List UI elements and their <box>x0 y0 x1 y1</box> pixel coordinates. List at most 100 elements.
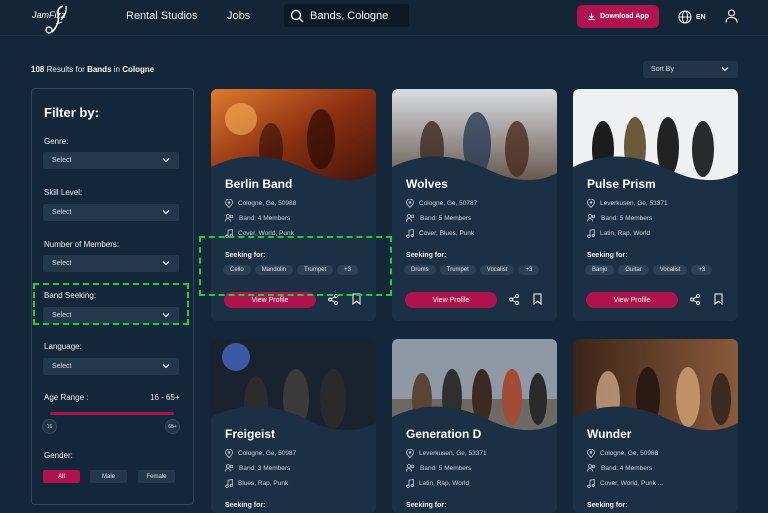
members-select-value: Select <box>52 260 72 267</box>
band-name[interactable]: Generation D <box>406 427 481 441</box>
results-location: Cologne <box>122 65 155 74</box>
view-profile-button[interactable]: View Profile <box>586 292 678 308</box>
language-select[interactable]: Select <box>43 358 179 375</box>
chevron-down-icon <box>162 210 170 215</box>
band-card[interactable]: Wolves Cologne, Ge, 50787 Band: 5 Member… <box>392 89 557 321</box>
music-note-icon <box>587 229 595 238</box>
band-location: Leverkusen, Ge, 53371 <box>587 199 668 208</box>
skill-level-select-value: Select <box>52 209 72 216</box>
download-app-label: Download App <box>600 13 649 20</box>
members-icon <box>225 214 234 222</box>
seeking-tags: Banjo Guitar Vocalist +3 <box>585 265 713 275</box>
band-name[interactable]: Berlin Band <box>225 177 292 191</box>
share-icon[interactable] <box>509 294 519 305</box>
genre-select[interactable]: Select <box>43 152 179 169</box>
globe-icon <box>678 10 692 24</box>
seeking-tag: Vocalist <box>479 265 515 275</box>
age-range-track[interactable] <box>50 412 174 415</box>
band-card[interactable]: Wunder Cologne, Ge, 50988 Band: 4 Member… <box>573 339 738 513</box>
language-label: EN <box>696 13 706 21</box>
members-icon <box>587 464 596 472</box>
music-note-icon <box>587 479 595 488</box>
band-members: Band: 4 Members <box>587 464 652 472</box>
music-note-icon <box>406 479 414 488</box>
band-members: Band: 5 Members <box>406 464 471 472</box>
band-location-text: Cologne, Ge, 50988 <box>600 450 659 457</box>
members-label: Number of Members: <box>44 240 120 249</box>
band-location-text: Leverkusen, Ge, 53371 <box>419 450 487 457</box>
highlight-band-seeking <box>33 283 189 325</box>
band-card[interactable]: Pulse Prism Leverkusen, Ge, 53371 Band: … <box>573 89 738 321</box>
nav-rental-studios[interactable]: Rental Studios <box>126 10 198 22</box>
results-count: 108 <box>31 65 45 74</box>
seeking-for-label: Seeking for: <box>406 252 447 259</box>
band-genres: Latin, Rap, World <box>406 479 469 488</box>
band-name[interactable]: Wolves <box>406 177 448 191</box>
bookmark-icon[interactable] <box>533 293 542 305</box>
band-location-text: Cologne, Ge, 50787 <box>419 200 478 207</box>
members-icon <box>406 214 415 222</box>
band-location: Cologne, Ge, 50787 <box>406 199 477 208</box>
band-location: Cologne, Ge, 50988 <box>587 449 658 458</box>
seeking-tag-more[interactable]: +3 <box>518 265 540 275</box>
results-text-2: in <box>113 65 120 74</box>
top-bar: JamFizz Rental Studios Jobs Bands, Colog… <box>0 0 768 36</box>
band-members-text: Band: 4 Members <box>239 214 291 222</box>
band-genres-text: Latin, Rap, World <box>419 480 470 487</box>
band-genres-text: Blues, Rap, Punk <box>238 480 289 487</box>
jamfizz-logo[interactable]: JamFizz <box>30 2 74 34</box>
seeking-for-label: Seeking for: <box>587 502 628 509</box>
location-pin-icon <box>406 449 414 458</box>
gender-male-button[interactable]: Male <box>90 470 127 483</box>
band-members-text: Band: 3 Members <box>239 464 291 472</box>
seeking-tag: Vocalist <box>652 265 688 275</box>
band-genres: Cover, Blues, Punk <box>406 229 474 238</box>
location-pin-icon <box>406 199 414 208</box>
band-card[interactable]: Generation D Leverkusen, Ge, 53371 Band:… <box>392 339 557 513</box>
band-name[interactable]: Wunder <box>587 427 631 441</box>
language-select-value: Select <box>52 363 72 370</box>
seeking-for-label: Seeking for: <box>406 502 447 509</box>
band-name[interactable]: Freigeist <box>225 427 275 441</box>
download-app-button[interactable]: Download App <box>577 5 659 28</box>
sort-by-dropdown[interactable]: Sort By <box>643 61 738 78</box>
language-filter-label: Language: <box>44 342 82 351</box>
band-members: Band: 5 Members <box>587 214 652 222</box>
bookmark-icon[interactable] <box>714 293 723 305</box>
download-icon <box>588 13 596 20</box>
gender-female-button[interactable]: Female <box>138 470 175 483</box>
seeking-tag-more[interactable]: +3 <box>691 265 713 275</box>
view-profile-button[interactable]: View Profile <box>405 292 497 308</box>
seeking-tag: Drums <box>404 265 436 275</box>
skill-level-label: Skill Level: <box>44 188 83 197</box>
nav-jobs[interactable]: Jobs <box>227 10 250 22</box>
skill-level-select[interactable]: Select <box>43 204 179 221</box>
chevron-down-icon <box>162 364 170 369</box>
seeking-tag: Trumpet <box>439 265 476 275</box>
share-icon[interactable] <box>690 294 700 305</box>
sort-by-label: Sort By <box>651 66 674 73</box>
location-pin-icon <box>225 199 233 208</box>
members-icon <box>225 464 234 472</box>
age-min-handle[interactable]: 16 <box>42 419 57 434</box>
location-pin-icon <box>587 449 595 458</box>
search-value: Bands, Cologne <box>310 9 389 22</box>
age-max-handle[interactable]: 65+ <box>165 419 180 434</box>
band-members: Band: 5 Members <box>406 214 471 222</box>
band-name[interactable]: Pulse Prism <box>587 177 656 191</box>
language-switcher[interactable]: EN <box>678 10 706 24</box>
members-select[interactable]: Select <box>43 255 179 272</box>
band-genres-text: Cover, Blues, Punk <box>419 230 475 237</box>
band-location-text: Cologne, Ge, 50987 <box>238 450 297 457</box>
gender-all-button[interactable]: All <box>43 470 80 483</box>
band-card[interactable]: Freigeist Cologne, Ge, 50987 Band: 3 Mem… <box>211 339 376 513</box>
band-members-text: Band: 5 Members <box>420 214 472 222</box>
seeking-tag: Banjo <box>585 265 615 275</box>
seeking-for-label: Seeking for: <box>587 252 628 259</box>
user-profile-icon[interactable] <box>725 9 738 23</box>
search-input[interactable]: Bands, Cologne <box>284 4 409 27</box>
members-icon <box>406 464 415 472</box>
seeking-tag: Guitar <box>618 265 649 275</box>
gender-label: Gender: <box>44 451 73 460</box>
search-icon <box>290 9 304 22</box>
